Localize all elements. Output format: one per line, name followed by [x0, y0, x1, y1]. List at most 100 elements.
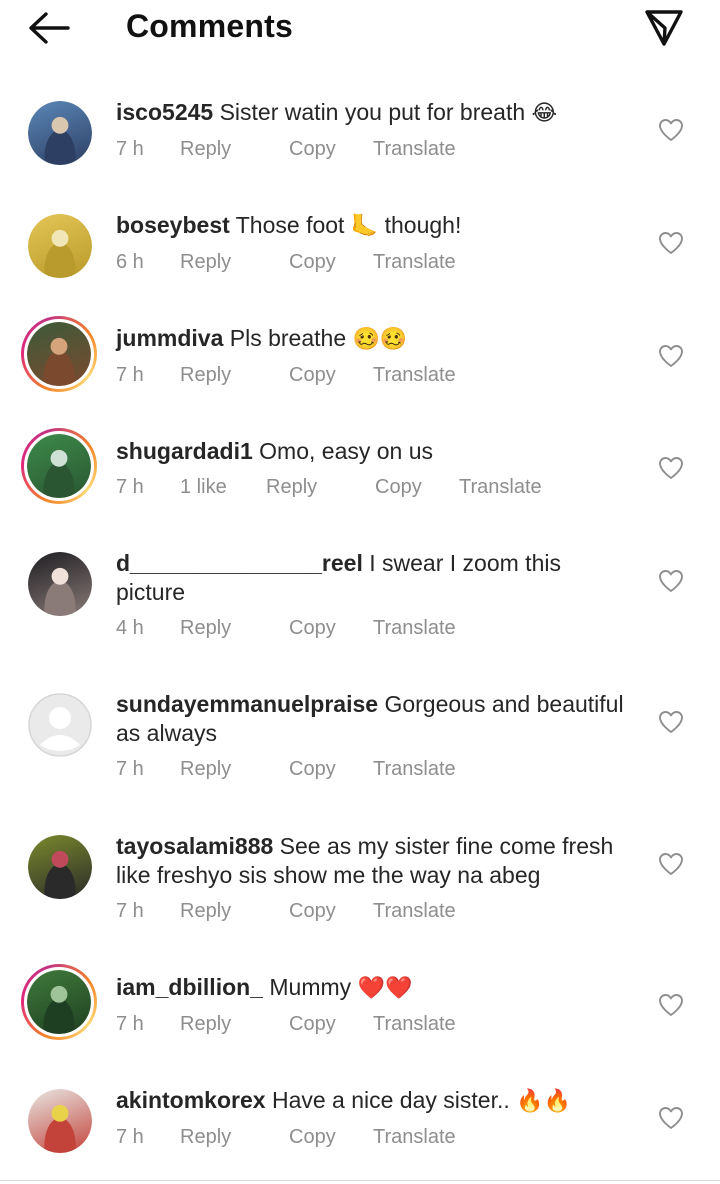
comment-username[interactable]: jummdiva [116, 325, 223, 351]
copy-button[interactable]: Copy [289, 900, 373, 923]
translate-button[interactable]: Translate [373, 1013, 456, 1036]
like-button[interactable] [658, 993, 684, 1017]
comment-body: boseybest Those foot 🦶 though! 6 h Reply… [116, 211, 636, 274]
translate-button[interactable]: Translate [459, 476, 542, 499]
like-button[interactable] [658, 569, 684, 593]
comment-likes[interactable]: 1 like [180, 476, 266, 499]
reply-button[interactable]: Reply [180, 617, 289, 640]
avatar[interactable] [28, 214, 92, 278]
heart-icon [659, 345, 683, 367]
comment-emoji: 🦶 [350, 214, 379, 239]
comment-username[interactable]: akintomkorex [116, 1087, 266, 1113]
comment-body: shugardadi1 Omo, easy on us 7 h 1 like R… [116, 437, 636, 499]
avatar[interactable] [28, 1089, 92, 1153]
avatar-image [28, 214, 92, 278]
avatar[interactable] [28, 835, 92, 899]
copy-button[interactable]: Copy [289, 758, 373, 781]
comment-username[interactable]: isco5245 [116, 99, 213, 125]
copy-button[interactable]: Copy [289, 364, 373, 387]
comment-text: sundayemmanuelpraise Gorgeous and beauti… [116, 690, 636, 748]
arrow-left-icon [29, 12, 70, 44]
translate-button[interactable]: Translate [373, 617, 456, 640]
comment-emoji: 😂 [531, 101, 558, 126]
avatar-image [24, 967, 94, 1037]
translate-button[interactable]: Translate [373, 364, 456, 387]
share-button[interactable] [642, 6, 686, 50]
comment-username[interactable]: boseybest [116, 212, 230, 238]
copy-button[interactable]: Copy [289, 617, 373, 640]
reply-button[interactable]: Reply [180, 1126, 289, 1149]
avatar[interactable] [28, 101, 92, 165]
comment-text: jummdiva Pls breathe 🥴🥴 [116, 324, 636, 354]
comment-username[interactable]: tayosalami888 [116, 833, 273, 859]
comment-username[interactable]: sundayemmanuelpraise [116, 691, 378, 717]
comment-emoji: 🔥🔥 [516, 1089, 571, 1114]
reply-button[interactable]: Reply [180, 251, 289, 274]
avatar-image [28, 552, 92, 616]
translate-button[interactable]: Translate [373, 251, 456, 274]
comment-text: tayosalami888 See as my sister fine come… [116, 832, 636, 890]
heart-icon [659, 853, 683, 875]
comment-text: d_______________reel I swear I zoom this… [116, 549, 636, 607]
like-button[interactable] [658, 1106, 684, 1130]
page-title: Comments [126, 8, 293, 44]
avatar-image [28, 835, 92, 899]
reply-button[interactable]: Reply [266, 476, 375, 499]
avatar-image [24, 431, 94, 501]
reply-button[interactable]: Reply [180, 138, 289, 161]
avatar[interactable] [28, 552, 92, 616]
avatar[interactable] [21, 316, 97, 392]
reply-button[interactable]: Reply [180, 1013, 289, 1036]
comment-message: Pls breathe [229, 325, 347, 351]
like-button[interactable] [658, 456, 684, 480]
avatar[interactable] [28, 693, 92, 757]
comment-time: 7 h [116, 758, 144, 780]
translate-button[interactable]: Translate [373, 900, 456, 923]
top-bar: Comments [0, 0, 720, 58]
heart-icon [659, 119, 683, 141]
copy-button[interactable]: Copy [289, 251, 373, 274]
comment-time: 7 h [116, 900, 144, 922]
comment-meta: 7 h 1 like Reply Copy Translate [116, 476, 636, 499]
comment-username[interactable]: d_______________reel [116, 550, 363, 576]
comment-body: tayosalami888 See as my sister fine come… [116, 832, 636, 923]
translate-button[interactable]: Translate [373, 758, 456, 781]
copy-button[interactable]: Copy [289, 1126, 373, 1149]
like-button[interactable] [658, 344, 684, 368]
copy-button[interactable]: Copy [375, 476, 459, 499]
reply-button[interactable]: Reply [180, 364, 289, 387]
like-button[interactable] [658, 231, 684, 255]
comment-text: shugardadi1 Omo, easy on us [116, 437, 636, 466]
comment-time: 7 h [116, 138, 144, 160]
avatar-image [24, 319, 94, 389]
comment-username[interactable]: iam_dbillion_ [116, 974, 263, 1000]
copy-button[interactable]: Copy [289, 138, 373, 161]
comment-time: 7 h [116, 364, 144, 386]
comment-message: Have a nice day sister.. [271, 1087, 510, 1113]
like-button[interactable] [658, 118, 684, 142]
comment-username[interactable]: shugardadi1 [116, 438, 253, 464]
comment-message: Omo, easy on us [259, 438, 434, 464]
copy-button[interactable]: Copy [289, 1013, 373, 1036]
comment-meta: 6 h Reply Copy Translate [116, 251, 636, 274]
comment-body: d_______________reel I swear I zoom this… [116, 549, 636, 640]
comment-message: Those foot [235, 212, 345, 238]
comment-body: isco5245 Sister watin you put for breath… [116, 98, 636, 161]
reply-button[interactable]: Reply [180, 900, 289, 923]
comment-meta: 4 h Reply Copy Translate [116, 617, 636, 640]
reply-button[interactable]: Reply [180, 758, 289, 781]
avatar-image [28, 693, 92, 757]
divider [0, 1180, 720, 1181]
avatar[interactable] [21, 964, 97, 1040]
like-button[interactable] [658, 710, 684, 734]
like-button[interactable] [658, 852, 684, 876]
comment-meta: 7 h Reply Copy Translate [116, 364, 636, 387]
heart-icon [659, 1107, 683, 1129]
avatar[interactable] [21, 428, 97, 504]
comment-body: akintomkorex Have a nice day sister.. 🔥🔥… [116, 1086, 636, 1149]
comment-text: isco5245 Sister watin you put for breath… [116, 98, 636, 128]
comment-body: sundayemmanuelpraise Gorgeous and beauti… [116, 690, 636, 781]
translate-button[interactable]: Translate [373, 1126, 456, 1149]
translate-button[interactable]: Translate [373, 138, 456, 161]
back-button[interactable] [26, 8, 72, 48]
